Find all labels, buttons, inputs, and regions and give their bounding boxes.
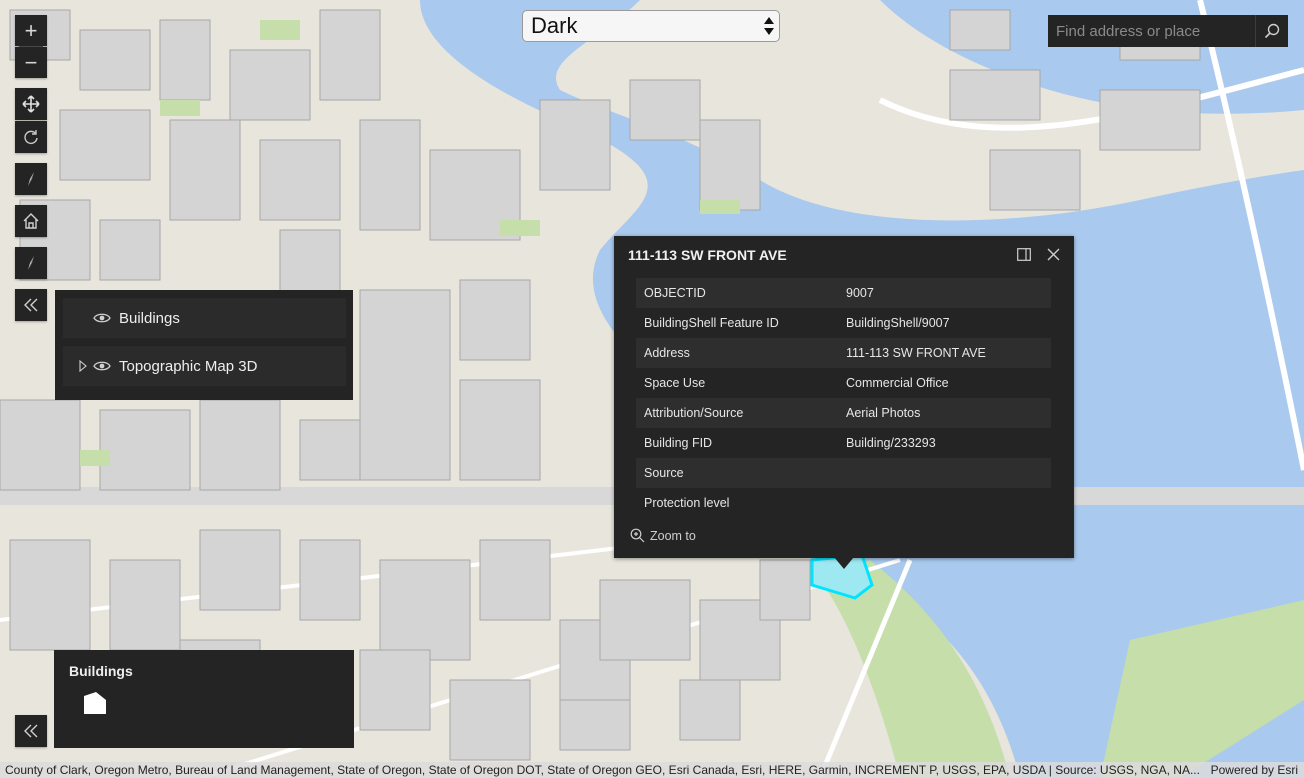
- legend-collapse-button[interactable]: [15, 715, 47, 747]
- zoom-to-button[interactable]: Zoom to: [630, 528, 696, 543]
- home-icon: [23, 213, 39, 229]
- table-row: Space Use Commercial Office: [636, 368, 1051, 398]
- zoom-in-magnifier-icon: [630, 528, 645, 543]
- zoom-out-button[interactable]: −: [15, 47, 47, 78]
- basemap-select[interactable]: Dark: [522, 10, 780, 42]
- dock-popup-icon[interactable]: [1017, 248, 1031, 266]
- zoom-to-label: Zoom to: [650, 528, 696, 543]
- attribution-sources: County of Clark, Oregon Metro, Bureau of…: [5, 763, 1200, 777]
- layer-item-buildings[interactable]: Buildings: [63, 298, 346, 338]
- field-name: Address: [644, 346, 690, 360]
- rotate-mode-button[interactable]: [15, 121, 47, 153]
- visibility-eye-icon[interactable]: [93, 312, 111, 324]
- layer-item-topographic-map-3d[interactable]: Topographic Map 3D: [63, 346, 346, 386]
- layer-item-label: Buildings: [119, 309, 180, 327]
- close-icon[interactable]: [1047, 248, 1060, 266]
- field-value: Commercial Office: [846, 376, 949, 390]
- popup-pointer: [834, 557, 854, 569]
- rotate-icon: [24, 130, 38, 144]
- table-row: OBJECTID 9007: [636, 278, 1051, 308]
- compass-button[interactable]: [15, 163, 47, 195]
- double-chevron-left-icon: [24, 298, 38, 312]
- plus-icon: +: [24, 17, 38, 43]
- visibility-eye-icon[interactable]: [93, 360, 111, 372]
- select-arrows-icon: [764, 17, 774, 35]
- legend: Buildings: [54, 650, 354, 748]
- feature-popup: 111-113 SW FRONT AVE OBJECTID 9007 Buildi…: [614, 236, 1074, 558]
- attribution-bar[interactable]: County of Clark, Oregon Metro, Bureau of…: [0, 762, 1304, 778]
- field-name: Source: [644, 466, 684, 480]
- field-name: Attribution/Source: [644, 406, 744, 420]
- pan-mode-button[interactable]: [15, 88, 47, 120]
- expand-caret-icon[interactable]: [79, 360, 87, 372]
- table-row: Protection level: [636, 488, 1051, 518]
- field-name: BuildingShell Feature ID: [644, 316, 779, 330]
- field-name: OBJECTID: [644, 286, 706, 300]
- field-value: 111-113 SW FRONT AVE: [846, 346, 986, 360]
- attribute-table: OBJECTID 9007 BuildingShell Feature ID Bui…: [636, 278, 1051, 518]
- search-input[interactable]: Find address or place: [1048, 15, 1256, 47]
- search-button[interactable]: [1256, 15, 1288, 47]
- popup-title: 111-113 SW FRONT AVE: [628, 247, 787, 263]
- table-row: Source: [636, 458, 1051, 488]
- field-value: Aerial Photos: [846, 406, 921, 420]
- layer-list: Buildings Topographic Map 3D: [55, 290, 353, 400]
- zoom-in-button[interactable]: +: [15, 15, 47, 46]
- table-row: Attribution/Source Aerial Photos: [636, 398, 1051, 428]
- field-value: 9007: [846, 286, 874, 300]
- home-button[interactable]: [15, 205, 47, 237]
- field-name: Protection level: [644, 496, 730, 510]
- basemap-selected-value: Dark: [531, 13, 578, 38]
- search-widget: Find address or place: [1048, 15, 1288, 47]
- minus-icon: −: [24, 49, 38, 75]
- table-row: Address 111-113 SW FRONT AVE: [636, 338, 1051, 368]
- compass-icon: [28, 172, 34, 186]
- table-row: Building FID Building/233293: [636, 428, 1051, 458]
- double-chevron-left-icon: [24, 724, 38, 738]
- navigation-toggle-button[interactable]: [15, 247, 47, 279]
- powered-by-link[interactable]: Powered by Esri: [1201, 763, 1304, 777]
- table-row: BuildingShell Feature ID BuildingShell/90…: [636, 308, 1051, 338]
- field-name: Building FID: [644, 436, 713, 450]
- compass-needle-icon: [28, 256, 34, 270]
- field-value: BuildingShell/9007: [846, 316, 950, 330]
- move-icon: [22, 95, 40, 113]
- layerlist-collapse-button[interactable]: [15, 289, 47, 321]
- layer-item-label: Topographic Map 3D: [119, 357, 258, 375]
- search-icon: [1264, 23, 1280, 39]
- building-symbol-icon: [84, 692, 106, 714]
- legend-title: Buildings: [69, 663, 133, 679]
- field-name: Space Use: [644, 376, 706, 390]
- field-value: Building/233293: [846, 436, 936, 450]
